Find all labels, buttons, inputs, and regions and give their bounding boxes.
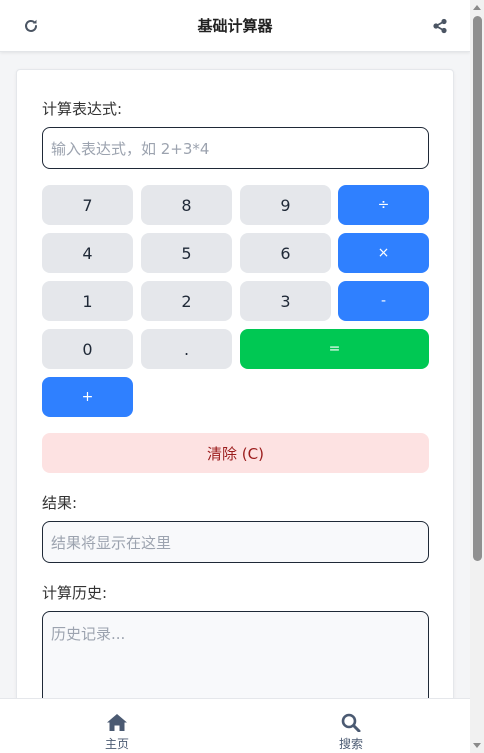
key-9[interactable]: 9: [240, 185, 331, 225]
refresh-button[interactable]: [19, 14, 43, 38]
home-icon: [107, 714, 127, 731]
share-icon: [433, 18, 447, 34]
expression-input[interactable]: 输入表达式，如 2+3*4: [42, 127, 429, 169]
key-divide[interactable]: ÷: [338, 185, 429, 225]
scroll-up-arrow-icon[interactable]: [473, 5, 481, 10]
key-multiply[interactable]: ×: [338, 233, 429, 273]
app-header: 基础计算器: [0, 0, 470, 52]
key-3[interactable]: 3: [240, 281, 331, 321]
key-6[interactable]: 6: [240, 233, 331, 273]
key-decimal[interactable]: .: [141, 329, 232, 369]
result-label: 结果:: [42, 494, 78, 512]
nav-home[interactable]: 主页: [77, 713, 157, 752]
key-equals[interactable]: =: [240, 329, 429, 369]
expression-label: 计算表达式:: [42, 100, 123, 118]
nav-search-label: 搜索: [338, 737, 363, 751]
key-5[interactable]: 5: [141, 233, 232, 273]
nav-search[interactable]: 搜索: [311, 713, 391, 752]
scroll-down-arrow-icon[interactable]: [473, 743, 481, 748]
page-title: 基础计算器: [197, 17, 273, 35]
bottom-nav: 主页 搜索: [0, 698, 470, 753]
key-2[interactable]: 2: [141, 281, 232, 321]
key-0[interactable]: 0: [42, 329, 133, 369]
result-output: 结果将显示在这里: [42, 521, 429, 563]
nav-home-label: 主页: [104, 737, 129, 751]
app-frame: 基础计算器 计算表达式: 输入表达式，如 2+3*4 7 8 9 ÷ 4 5 6…: [0, 0, 484, 753]
key-1[interactable]: 1: [42, 281, 133, 321]
scrollbar-thumb[interactable]: [473, 16, 482, 561]
key-8[interactable]: 8: [141, 185, 232, 225]
key-subtract[interactable]: -: [338, 281, 429, 321]
key-add[interactable]: +: [42, 377, 133, 417]
refresh-icon: [25, 19, 37, 32]
search-icon: [341, 713, 361, 732]
key-7[interactable]: 7: [42, 185, 133, 225]
key-4[interactable]: 4: [42, 233, 133, 273]
share-button[interactable]: [428, 14, 452, 38]
history-label: 计算历史:: [42, 584, 108, 602]
clear-button[interactable]: 清除 (C): [42, 433, 429, 473]
calculator-card: 计算表达式: 输入表达式，如 2+3*4 7 8 9 ÷ 4 5 6 × 1 2…: [16, 69, 454, 741]
